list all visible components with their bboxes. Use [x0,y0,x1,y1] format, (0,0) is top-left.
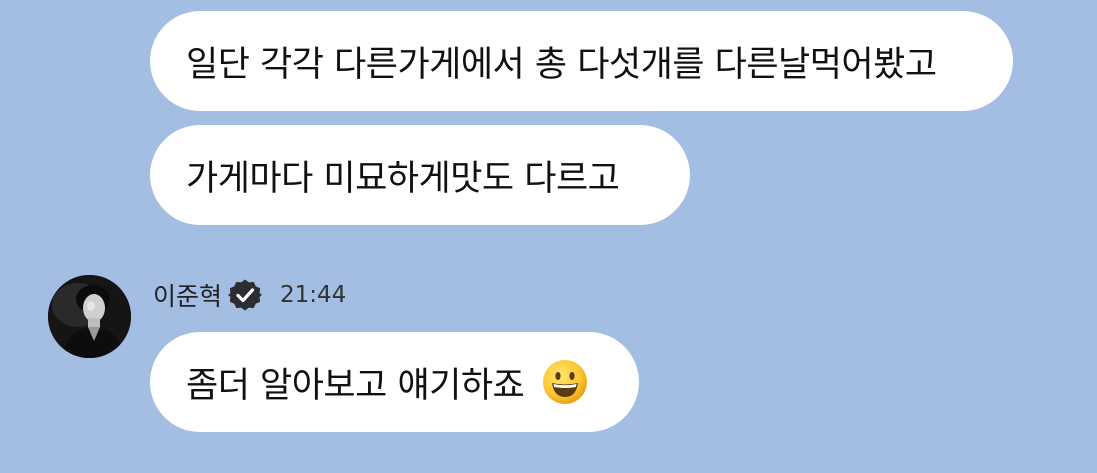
avatar-photo [48,275,131,358]
avatar[interactable] [48,275,131,358]
message-bubble[interactable]: 좀더 알아보고 얘기하죠 [150,332,639,432]
grinning-face-emoji [543,360,588,404]
message-bubble[interactable]: 가게마다 미묘하게맛도 다르고 [150,125,690,225]
message-header: 이준혁 21:44 [153,277,346,313]
message-text: 일단 각각 다른가게에서 총 다섯개를 다른날먹어봤고 [186,44,937,85]
chat-screen: 일단 각각 다른가게에서 총 다섯개를 다른날먹어봤고 가게마다 미묘하게맛도 … [0,0,1097,473]
message-bubble[interactable]: 일단 각각 다른가게에서 총 다섯개를 다른날먹어봤고 [150,11,1013,111]
verified-badge-icon [228,279,263,311]
message-text: 가게마다 미묘하게맛도 다르고 [186,158,620,199]
sender-name[interactable]: 이준혁 [153,277,222,313]
message-text: 좀더 알아보고 얘기하죠 [186,365,525,406]
message-time: 21:44 [280,282,347,308]
